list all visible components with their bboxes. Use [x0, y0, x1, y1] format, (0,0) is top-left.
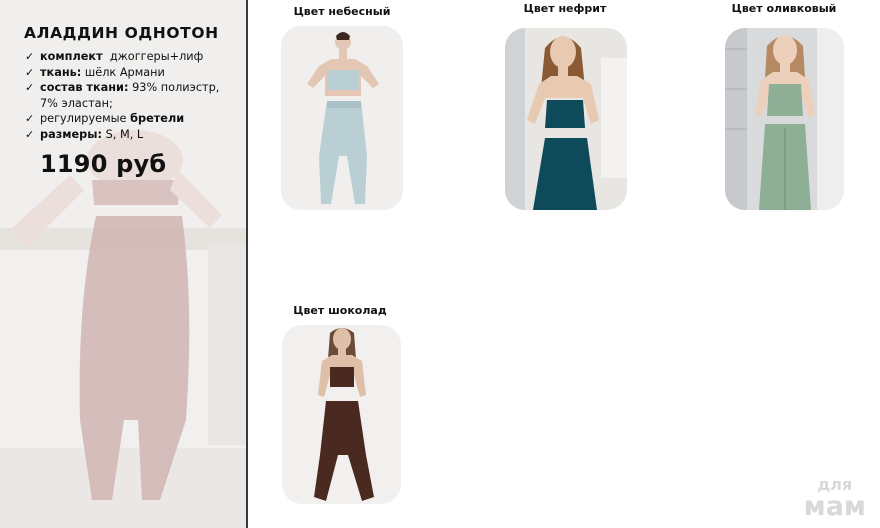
panel-divider: [246, 0, 248, 528]
checkmark-icon: ✓: [25, 112, 35, 125]
color-label-olive: Цвет оливковый: [731, 2, 837, 15]
color-photo-sky[interactable]: [281, 26, 403, 210]
spec-label: ткань:: [40, 65, 82, 79]
spec-item: ✓ регулируемые бретели: [24, 111, 239, 127]
color-photo-olive[interactable]: [725, 28, 844, 210]
spec-value: джоггеры+лиф: [109, 50, 204, 63]
spec-item: ✓ ткань: шёлк Армани: [24, 65, 239, 81]
color-label-chocolate: Цвет шоколад: [293, 304, 387, 317]
checkmark-icon: ✓: [25, 81, 35, 94]
spec-label: размеры:: [40, 127, 102, 141]
color-label-jade: Цвет нефрит: [523, 2, 607, 15]
color-label-sky: Цвет небесный: [293, 5, 391, 18]
color-photo-chocolate[interactable]: [282, 325, 401, 504]
spec-value: S, M, L: [105, 127, 144, 141]
product-specs: ✓ комплект джоггеры+лиф ✓ ткань: шёлк Ар…: [24, 49, 239, 142]
checkmark-icon: ✓: [25, 50, 35, 63]
product-info: АЛАДДИН ОДНОТОН ✓ комплект джоггеры+лиф …: [24, 24, 239, 178]
watermark-logo: для мам: [803, 477, 866, 522]
product-title: АЛАДДИН ОДНОТОН: [24, 24, 219, 42]
product-panel: АЛАДДИН ОДНОТОН ✓ комплект джоггеры+лиф …: [0, 0, 246, 528]
spec-item: ✓ размеры: S, M, L: [24, 127, 239, 143]
spec-label: регулируемые: [40, 112, 127, 125]
color-photo-jade[interactable]: [505, 28, 627, 210]
checkmark-icon: ✓: [25, 127, 35, 141]
spec-label: состав ткани:: [40, 81, 129, 94]
spec-value: шёлк Армани: [84, 65, 165, 79]
spec-item: ✓ комплект джоггеры+лиф: [24, 49, 239, 65]
spec-label: комплект: [40, 50, 103, 63]
checkmark-icon: ✓: [25, 65, 35, 79]
watermark-line2: мам: [803, 491, 866, 522]
product-price: 1190 руб: [40, 150, 167, 178]
spec-value: бретели: [130, 112, 185, 125]
spec-item: ✓ состав ткани: 93% полиэстр, 7% эластан…: [24, 80, 239, 111]
